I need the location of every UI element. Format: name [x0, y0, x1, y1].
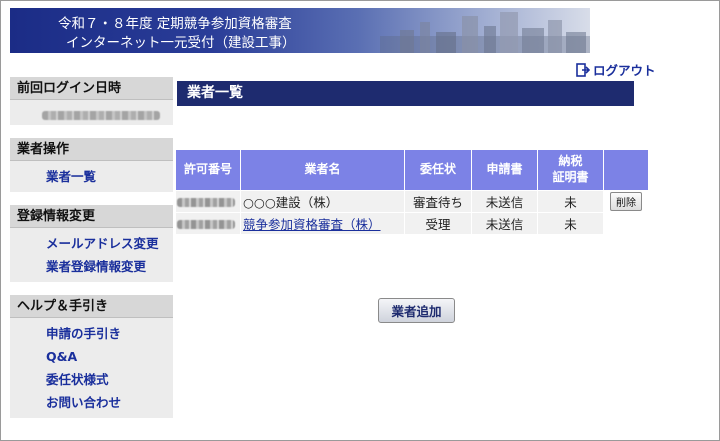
permit-number-cell — [176, 191, 240, 212]
sidebar-heading-help: ヘルプ＆手引き — [10, 295, 173, 318]
tax-status-cell: 未 — [538, 191, 603, 212]
table-header-row: 許可番号 業者名 委任状 申請書 納税 証明書 — [176, 150, 648, 190]
table-row: ○○○建設（株） 審査待ち 未送信 未 削除 — [176, 191, 648, 212]
header-title-line1: 令和７・８年度 定期競争参加資格審査 — [58, 16, 292, 32]
add-vendor-button[interactable]: 業者追加 — [378, 298, 455, 323]
sidebar-heading-operations: 業者操作 — [10, 138, 173, 161]
column-header-action — [604, 150, 648, 190]
sidebar-item-vendor-list[interactable]: 業者一覧 — [46, 165, 173, 188]
column-header-vendor-name: 業者名 — [241, 150, 404, 190]
action-cell — [604, 213, 648, 234]
sidebar-item-change-vendor-info[interactable]: 業者登録情報変更 — [46, 255, 173, 278]
sidebar-section-registration: 登録情報変更 メールアドレス変更 業者登録情報変更 — [10, 205, 173, 282]
sidebar-item-faq[interactable]: Q&A — [46, 345, 173, 368]
header-banner: 令和７・８年度 定期競争参加資格審査 インターネット一元受付（建設工事） — [10, 8, 590, 53]
proxy-status-cell: 受理 — [405, 213, 471, 234]
application-status-cell: 未送信 — [472, 213, 537, 234]
city-skyline-image — [380, 12, 590, 53]
vendor-table: 許可番号 業者名 委任状 申請書 納税 証明書 ○○○建設（株） 審査待ち 未送… — [175, 149, 649, 235]
sidebar: 前回ログイン日時 業者操作 業者一覧 登録情報変更 メールアドレス変更 業者登録… — [10, 77, 173, 431]
sidebar-heading-last-login: 前回ログイン日時 — [10, 77, 173, 100]
proxy-status-cell: 審査待ち — [405, 191, 471, 212]
redacted-permit-number — [177, 198, 235, 207]
header-title-line2: インターネット一元受付（建設工事） — [66, 35, 296, 51]
sidebar-section-body: 申請の手引き Q&A 委任状様式 お問い合わせ — [10, 318, 173, 418]
sidebar-section-body: 業者一覧 — [10, 161, 173, 192]
logout-label: ログアウト — [593, 63, 656, 78]
logout-link[interactable]: ログアウト — [576, 60, 656, 79]
table-row: 競争参加資格審査（株） 受理 未送信 未 — [176, 213, 648, 234]
tax-status-cell: 未 — [538, 213, 603, 234]
redacted-last-login-time — [42, 111, 160, 120]
delete-button[interactable]: 削除 — [610, 192, 642, 211]
column-header-application: 申請書 — [472, 150, 537, 190]
action-cell: 削除 — [604, 191, 648, 212]
sidebar-item-application-guide[interactable]: 申請の手引き — [46, 322, 173, 345]
vendor-name-link[interactable]: 競争参加資格審査（株） — [243, 217, 381, 232]
sidebar-item-change-email[interactable]: メールアドレス変更 — [46, 232, 173, 255]
redacted-permit-number — [177, 220, 235, 229]
logout-icon — [576, 62, 590, 77]
sidebar-item-proxy-form[interactable]: 委任状様式 — [46, 368, 173, 391]
last-login-value — [10, 100, 173, 125]
sidebar-item-contact[interactable]: お問い合わせ — [46, 391, 173, 414]
column-header-tax-certificate: 納税 証明書 — [538, 150, 603, 190]
application-status-cell: 未送信 — [472, 191, 537, 212]
sidebar-section-last-login: 前回ログイン日時 — [10, 77, 173, 125]
permit-number-cell — [176, 213, 240, 234]
sidebar-heading-registration: 登録情報変更 — [10, 205, 173, 228]
sidebar-section-operations: 業者操作 業者一覧 — [10, 138, 173, 192]
vendor-name-cell: 競争参加資格審査（株） — [241, 213, 404, 234]
vendor-name-cell: ○○○建設（株） — [241, 191, 404, 212]
page-title: 業者一覧 — [177, 81, 634, 106]
sidebar-section-help: ヘルプ＆手引き 申請の手引き Q&A 委任状様式 お問い合わせ — [10, 295, 173, 418]
tax-certificate-header-label: 納税 証明書 — [552, 154, 589, 184]
column-header-proxy: 委任状 — [405, 150, 471, 190]
sidebar-section-body: メールアドレス変更 業者登録情報変更 — [10, 228, 173, 282]
column-header-permit-number: 許可番号 — [176, 150, 240, 190]
